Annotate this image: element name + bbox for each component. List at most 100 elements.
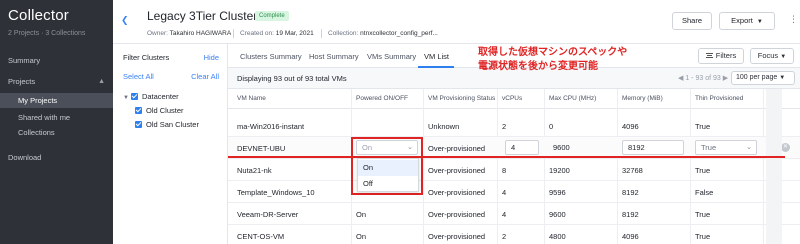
chevron-down-icon: ▼ <box>779 75 786 81</box>
annotation-text: 取得した仮想マシンのスペックや 電源状態を後から変更可能 <box>478 47 628 72</box>
tab-vm-list[interactable]: VM List <box>424 52 449 61</box>
dropdown-option-on[interactable]: On <box>358 160 418 176</box>
vcpus-input[interactable]: 4 <box>505 140 539 155</box>
select-all-link[interactable]: Select All <box>123 72 154 81</box>
column-header-memory[interactable]: Memory (MiB) <box>622 95 663 102</box>
tree-item-datacenter[interactable]: ▼ Datacenter <box>123 91 179 102</box>
sidebar-item-shared[interactable]: Shared with me <box>0 110 113 125</box>
thin-select[interactable]: True ⌄ <box>695 140 757 155</box>
provisioning-status: Over-provisioned <box>428 144 486 153</box>
focus-dropdown[interactable]: Focus ▼ <box>750 48 794 64</box>
filter-icon <box>705 53 713 58</box>
vcpus: 8 <box>502 166 507 175</box>
thin-provisioned: False <box>695 188 714 197</box>
chevron-right-icon[interactable]: ▶ <box>723 75 728 82</box>
main-content: Clusters Summary Host Summary VMs Summar… <box>228 44 800 244</box>
vm-name: ma-Win2016-instant <box>237 122 305 131</box>
status-badge: Complete <box>255 11 289 21</box>
vcpus: 2 <box>502 122 507 131</box>
pagination[interactable]: ◀ 1 - 93 of 93 ▶ <box>678 74 728 82</box>
sidebar: Collector 2 Projects · 3 Collections Sum… <box>0 0 113 244</box>
memory: 32768 <box>622 166 643 175</box>
table-row[interactable]: Template_Windows_10 Over-provisioned 4 9… <box>228 181 800 203</box>
max-cpu: 0 <box>549 122 554 131</box>
checkbox-icon[interactable] <box>130 93 138 100</box>
memory: 8192 <box>622 210 639 219</box>
chevron-down-icon: ▼ <box>780 54 787 60</box>
max-cpu: 9600 <box>553 143 570 152</box>
checkbox-icon[interactable] <box>135 121 142 128</box>
vertical-dots-icon[interactable]: ⋮ <box>789 14 798 25</box>
memory-input[interactable]: 8192 <box>622 140 684 155</box>
vcpus: 4 <box>502 188 507 197</box>
vm-name: CENT-OS-VM <box>237 232 285 241</box>
vm-count: Displaying 93 out of 93 total VMs <box>237 74 347 83</box>
sidebar-item-summary[interactable]: Summary <box>0 53 113 68</box>
column-header-provisioning[interactable]: VM Provisioning Status <box>428 95 495 102</box>
provisioning-status: Unknown <box>428 122 460 131</box>
filter-title: Filter Clusters <box>123 53 170 62</box>
chevron-left-icon[interactable]: ◀ <box>678 75 683 82</box>
vm-name: Nuta21-nk <box>237 166 272 175</box>
tree-item-old-san-cluster[interactable]: Old San Cluster <box>135 119 199 130</box>
export-button[interactable]: Export ▼ <box>719 12 775 30</box>
provisioning-status: Over-provisioned <box>428 188 486 197</box>
share-button[interactable]: Share <box>672 12 712 30</box>
provisioning-status: Over-provisioned <box>428 210 486 219</box>
tab-clusters-summary[interactable]: Clusters Summary <box>240 52 302 61</box>
sidebar-item-download[interactable]: Download <box>0 150 113 165</box>
thin-provisioned: True <box>695 232 711 241</box>
vm-name: Veeam-DR-Server <box>237 210 299 219</box>
created-info: Created on: 19 Mar, 2021 <box>240 30 314 37</box>
hide-filters-link[interactable]: Hide <box>204 53 219 62</box>
per-page-select[interactable]: 100 per page ▼ <box>731 71 795 85</box>
vm-name: Template_Windows_10 <box>237 188 315 197</box>
close-icon[interactable]: ✕ <box>781 143 790 152</box>
chevron-up-icon: ▲ <box>98 78 105 85</box>
triangle-down-icon[interactable]: ▼ <box>123 93 129 104</box>
page-header: ❮ Legacy 3Tier Cluster Complete Owner: T… <box>113 0 800 44</box>
project-stats: 2 Projects · 3 Collections <box>8 30 86 37</box>
page-title: Legacy 3Tier Cluster <box>147 9 258 23</box>
column-header-thin[interactable]: Thin Provisioned <box>695 95 743 102</box>
tab-vms-summary[interactable]: VMs Summary <box>367 52 416 61</box>
table-row[interactable]: Veeam-DR-Server On Over-provisioned 4 96… <box>228 203 800 225</box>
dropdown-option-off[interactable]: Off <box>358 176 418 192</box>
chevron-left-icon[interactable]: ❮ <box>121 15 129 26</box>
thin-provisioned: True <box>695 210 711 219</box>
tab-host-summary[interactable]: Host Summary <box>309 52 359 61</box>
collection-info: Collection: ntnxcollector_config_perf... <box>328 30 438 37</box>
divider <box>321 29 322 38</box>
checkbox-icon[interactable] <box>135 107 142 114</box>
filters-button[interactable]: Filters <box>698 48 744 64</box>
clear-all-link[interactable]: Clear All <box>191 72 219 81</box>
table-row[interactable]: Nuta21-nk Over-provisioned 8 19200 32768… <box>228 159 800 181</box>
sidebar-item-projects[interactable]: Projects ▲ <box>0 74 113 89</box>
chevron-down-icon: ▼ <box>756 19 763 25</box>
column-header-vcpus[interactable]: vCPUs <box>502 95 522 102</box>
memory: 4096 <box>622 232 639 241</box>
scrollbar[interactable] <box>766 89 782 244</box>
vm-name: DEVNET-UBU <box>237 144 286 153</box>
memory: 8192 <box>622 188 639 197</box>
column-header-vm-name[interactable]: VM Name <box>237 95 266 102</box>
power-state: On <box>356 232 367 241</box>
sidebar-item-my-projects[interactable]: My Projects <box>0 93 113 108</box>
column-header-max-cpu[interactable]: Max CPU (MHz) <box>549 95 596 102</box>
divider <box>233 29 234 38</box>
sidebar-item-collections[interactable]: Collections <box>0 125 113 140</box>
app-title: Collector <box>8 7 69 24</box>
provisioning-status: Over-provisioned <box>428 232 486 241</box>
tree-item-old-cluster[interactable]: Old Cluster <box>135 105 184 116</box>
vcpus: 4 <box>502 210 507 219</box>
thin-provisioned: True <box>695 166 711 175</box>
vcpus: 2 <box>502 232 507 241</box>
thin-provisioned: True <box>695 122 711 131</box>
table-row[interactable]: CENT-OS-VM On Over-provisioned 2 4800 40… <box>228 225 800 244</box>
memory: 4096 <box>622 122 639 131</box>
export-label: Export <box>731 16 753 25</box>
column-header-power[interactable]: Powered ON/OFF <box>356 95 408 102</box>
power-dropdown-menu[interactable]: On Off <box>357 158 419 192</box>
table-header: VM Name Powered ON/OFF VM Provisioning S… <box>228 89 800 109</box>
table-row[interactable]: ma-Win2016-instant Unknown 2 0 4096 True… <box>228 115 800 137</box>
